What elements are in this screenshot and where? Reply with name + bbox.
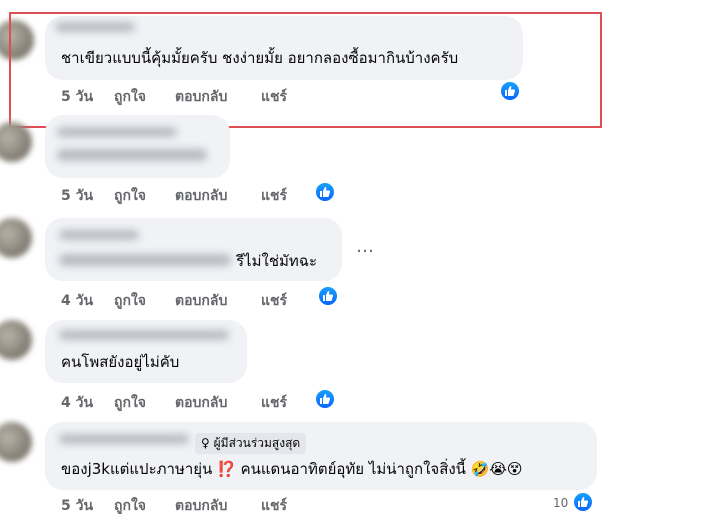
comment-actions: 4 วัน ถูกใจ ตอบกลับ แชร์ [61,392,321,412]
blurred-comment-text [57,149,207,161]
comment-text: ของj3kแต่แปะภาษายุ่น ⁉️ คนแดนอาทิตย์อุทั… [61,459,523,479]
like-link[interactable]: ถูกใจ [114,392,146,414]
like-reaction-icon[interactable] [572,491,594,513]
blurred-comment-text [59,254,231,266]
comment-time[interactable]: 4 วัน [61,392,93,414]
reaction-count[interactable]: 10 [553,496,568,510]
share-link[interactable]: แชร์ [261,290,287,312]
blurred-author-name [59,330,229,340]
avatar[interactable] [0,320,32,360]
share-link[interactable]: แชร์ [261,495,287,517]
like-reaction-icon[interactable] [314,388,336,410]
like-link[interactable]: ถูกใจ [114,495,146,517]
highlight-box [9,12,602,128]
share-link[interactable]: แชร์ [261,185,287,207]
comment-time[interactable]: 4 วัน [61,290,93,312]
avatar[interactable] [0,122,32,162]
comment-actions: 4 วัน ถูกใจ ตอบกลับ แชร์ [61,290,321,310]
comment-text: คนโพสยังอยู่ไม่คับ [61,353,180,371]
comment-time[interactable]: 5 วัน [61,185,93,207]
comment-text-part2: คนแดนอาทิตย์อุทัย ไม่น่าถูกใจสิ่งนี้ [240,460,466,478]
comment-actions: 5 วัน ถูกใจ ตอบกลับ แชร์ [61,185,321,205]
blurred-author-name [59,230,139,240]
more-options-icon[interactable]: … [356,236,375,257]
reply-link[interactable]: ตอบกลับ [175,290,227,312]
comment-time[interactable]: 5 วัน [61,495,93,517]
comment-text: รีไม่ใช่มัทฉะ [236,252,318,270]
interrobang-emoji: ⁉️ [217,460,236,478]
comment-actions: 5 วัน ถูกใจ ตอบกลับ แชร์ [61,495,321,515]
top-fan-icon: ♀ [201,436,210,450]
like-link[interactable]: ถูกใจ [114,185,146,207]
reaction-emojis: 🤣😭😵 [470,460,523,478]
like-link[interactable]: ถูกใจ [114,290,146,312]
reply-link[interactable]: ตอบกลับ [175,495,227,517]
share-link[interactable]: แชร์ [261,392,287,414]
comment-bubble [45,115,230,178]
comment-bubble [45,218,342,281]
comment-text-part1: ของj3kแต่แปะภาษายุ่น [61,460,213,478]
like-reaction-icon[interactable] [314,181,336,203]
like-reaction-icon[interactable] [317,285,339,307]
top-fan-label: ผู้มีส่วนร่วมสูงสุด [213,436,301,450]
blurred-author-name [59,434,189,444]
top-fan-badge: ♀ ผู้มีส่วนร่วมสูงสุด [195,433,307,454]
avatar[interactable] [0,422,32,462]
avatar[interactable] [0,218,32,258]
blurred-author-name [57,127,177,137]
comment-bubble [45,422,597,490]
reply-link[interactable]: ตอบกลับ [175,185,227,207]
reply-link[interactable]: ตอบกลับ [175,392,227,414]
